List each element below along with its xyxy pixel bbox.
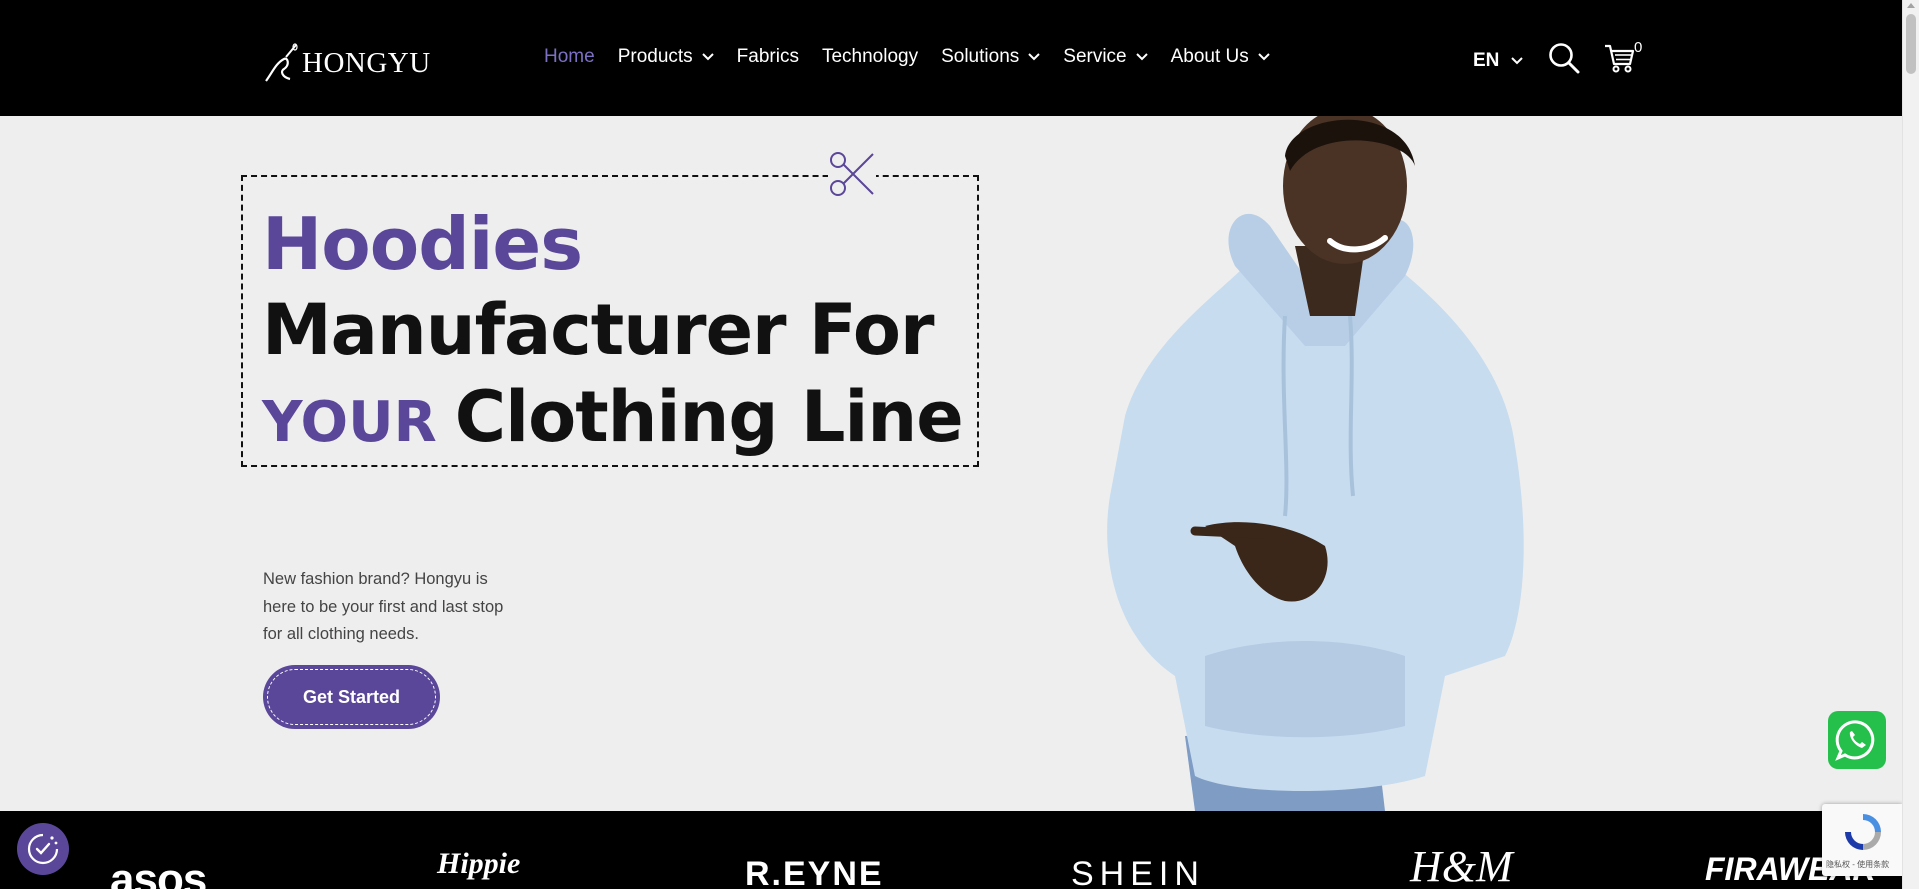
nav-about-us[interactable]: About Us — [1171, 46, 1270, 68]
cookie-consent-icon — [27, 833, 59, 865]
nav-service[interactable]: Service — [1063, 46, 1148, 68]
nav-solutions[interactable]: Solutions — [941, 46, 1040, 68]
hero-description: New fashion brand? Hongyu is here to be … — [263, 570, 504, 643]
cookie-consent-button[interactable] — [17, 823, 69, 875]
brand-logo-hm: H&M — [1410, 842, 1513, 889]
nav-technology-label: Technology — [821, 46, 919, 67]
hero-accent-word: YOUR — [262, 390, 437, 455]
site-header: HONGYU Home Products Fabrics Technology … — [0, 0, 1902, 116]
chevron-down-icon — [1511, 57, 1524, 65]
recaptcha-badge[interactable]: 隐私权 - 使用条款 — [1822, 804, 1902, 876]
recaptcha-icon — [1845, 814, 1881, 850]
chevron-down-icon — [1028, 53, 1040, 61]
chevron-down-icon — [701, 53, 714, 61]
brand-logo-hippie: Hippie — [437, 847, 521, 880]
nav-technology[interactable]: Technology — [822, 46, 918, 68]
nav-products-label: Products — [617, 46, 693, 67]
cart-count: 0 — [1634, 39, 1643, 56]
nav-fabrics-label: Fabrics — [736, 46, 799, 67]
whatsapp-button[interactable] — [1828, 711, 1886, 769]
chevron-down-icon — [1135, 53, 1148, 61]
cart-icon[interactable] — [1604, 42, 1636, 74]
language-selector[interactable]: EN — [1473, 50, 1524, 72]
hero-model-image — [1107, 116, 1524, 811]
nav-home-label: Home — [544, 46, 595, 67]
main-nav: Home Products Fabrics Technology Solutio… — [544, 46, 1293, 68]
hero-line-3: YOUR Clothing Line — [262, 376, 964, 458]
scroll-up-arrow-icon[interactable] — [1907, 3, 1915, 8]
brand-logo-strip: asos Hippie R.EYNE SHEIN H&M FIRAWEAR — [0, 811, 1902, 889]
chevron-down-icon — [1258, 53, 1270, 61]
recaptcha-links[interactable]: 隐私权 - 使用条款 — [1826, 859, 1889, 870]
needle-logo-icon — [265, 43, 298, 82]
nav-solutions-label: Solutions — [941, 46, 1020, 67]
nav-products[interactable]: Products — [618, 46, 714, 68]
brand-logo-shein: SHEIN — [1071, 855, 1205, 889]
nav-fabrics[interactable]: Fabrics — [737, 46, 799, 68]
whatsapp-icon — [1835, 720, 1875, 761]
scroll-thumb[interactable] — [1906, 14, 1916, 74]
scissors-icon — [828, 150, 876, 200]
nav-about-us-label: About Us — [1170, 46, 1249, 67]
get-started-button[interactable]: Get Started — [263, 665, 440, 729]
page-scrollbar[interactable] — [1902, 0, 1919, 889]
hero-line-3-rest: Clothing Line — [454, 376, 964, 458]
language-label: EN — [1473, 50, 1500, 71]
search-icon[interactable] — [1548, 42, 1580, 74]
hero-line-1: Hoodies — [262, 202, 583, 286]
brand-logo-reyne: R.EYNE — [745, 855, 884, 889]
brand-logo-asos: asos — [110, 855, 207, 889]
site-logo[interactable]: HONGYU — [262, 42, 431, 84]
nav-service-label: Service — [1063, 46, 1127, 67]
get-started-label: Get Started — [267, 669, 436, 725]
nav-home[interactable]: Home — [544, 46, 595, 68]
logo-text: HONGYU — [302, 46, 431, 79]
hero-line-2: Manufacturer For — [262, 289, 935, 371]
